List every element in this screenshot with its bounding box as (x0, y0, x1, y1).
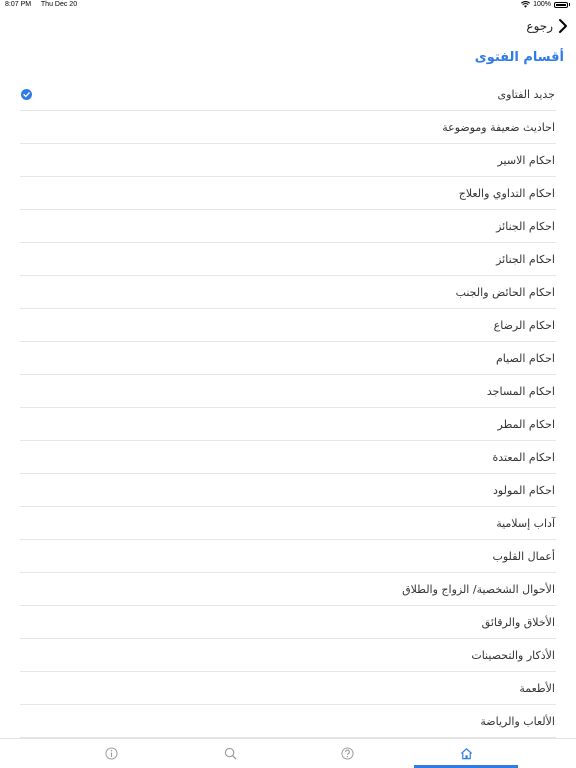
list-item-label: احكام المساجد (486, 384, 555, 398)
list-item-label: احكام الاسير (497, 153, 555, 167)
tab-search[interactable] (170, 739, 290, 768)
list-item-label: الأطعمة (519, 681, 555, 695)
list-item[interactable]: احكام الاسير (20, 144, 556, 177)
list-item-label: أعمال القلوب (492, 549, 555, 563)
list-item-label: جديد الفتاوى (497, 87, 555, 101)
battery-tip (569, 3, 570, 6)
list-item-label: الأذكار والتحصينات (471, 648, 555, 662)
list-item[interactable]: احكام الحائض والجنب (20, 276, 556, 309)
list-item-label: احكام الجنائز (496, 252, 555, 266)
list-item[interactable]: الأخلاق والرقائق (20, 606, 556, 639)
list-item-label: احكام الجنائز (496, 219, 555, 233)
list-item-label: الألعاب والرياضة (480, 714, 555, 728)
home-icon (460, 748, 472, 760)
info-icon (104, 747, 118, 760)
list-item-label: احكام الصيام (495, 351, 555, 365)
list-item-label: احكام المعتدة (492, 450, 555, 464)
list-item[interactable]: احكام الجنائز (20, 210, 556, 243)
tab-help[interactable] (287, 739, 407, 768)
list-item-label: احكام الرضاع (493, 318, 555, 332)
list-item[interactable]: احكام الصيام (20, 342, 556, 375)
list-item[interactable]: الأحوال الشخصية/ الزواج والطلاق (20, 573, 556, 606)
list-item[interactable]: احكام المساجد (20, 375, 556, 408)
list-item[interactable]: الأذكار والتحصينات (20, 639, 556, 672)
list-item-label: احاديث ضعيفة وموضوعة (442, 120, 555, 134)
nav-bar: رجوع (0, 14, 576, 40)
back-label: رجوع (526, 19, 553, 33)
status-time: 8:07 PM (5, 1, 32, 8)
chevron-right-icon (559, 19, 567, 33)
list-item-label: احكام الحائض والجنب (455, 285, 555, 299)
tab-bar (0, 738, 576, 768)
list-item[interactable]: آداب إسلامية (20, 507, 556, 540)
category-list: جديد الفتاوى احاديث ضعيفة وموضوعة احكام ال… (20, 78, 556, 738)
status-bar: 8:07 PM Thu Dec 20 100% (0, 0, 576, 12)
list-item[interactable]: احكام الرضاع (20, 309, 556, 342)
list-item[interactable]: احاديث ضعيفة وموضوعة (20, 111, 556, 144)
list-item[interactable]: جديد الفتاوى (20, 78, 556, 111)
list-item-label: احكام التداوي والعلاج (458, 186, 555, 200)
list-item-label: آداب إسلامية (496, 516, 555, 530)
battery-icon (554, 1, 568, 8)
list-item-label: احكام المطر (497, 417, 555, 431)
tab-home[interactable] (406, 739, 526, 768)
wifi-icon (521, 1, 531, 8)
list-item[interactable]: احكام الجنائز (20, 243, 556, 276)
list-item-label: الأحوال الشخصية/ الزواج والطلاق (402, 582, 555, 596)
back-button[interactable]: رجوع (526, 18, 570, 34)
list-item-label: الأخلاق والرقائق (481, 615, 555, 629)
list-item[interactable]: احكام المطر (20, 408, 556, 441)
list-item[interactable]: احكام التداوي والعلاج (20, 177, 556, 210)
status-date: Thu Dec 20 (40, 1, 78, 8)
list-item[interactable]: الألعاب والرياضة (20, 705, 556, 738)
list-item[interactable]: الأطعمة (20, 672, 556, 705)
search-icon (224, 747, 236, 760)
tab-info[interactable] (51, 739, 171, 768)
list-item[interactable]: احكام المولود (20, 474, 556, 507)
list-item[interactable]: احكام المعتدة (20, 441, 556, 474)
list-item-label: احكام المولود (493, 483, 555, 497)
battery-percent: 100% (533, 1, 551, 8)
list-item[interactable]: أعمال القلوب (20, 540, 556, 573)
checkmark-icon (21, 89, 32, 100)
help-icon (340, 747, 354, 760)
section-title: أقسام الفتوى (474, 50, 564, 65)
